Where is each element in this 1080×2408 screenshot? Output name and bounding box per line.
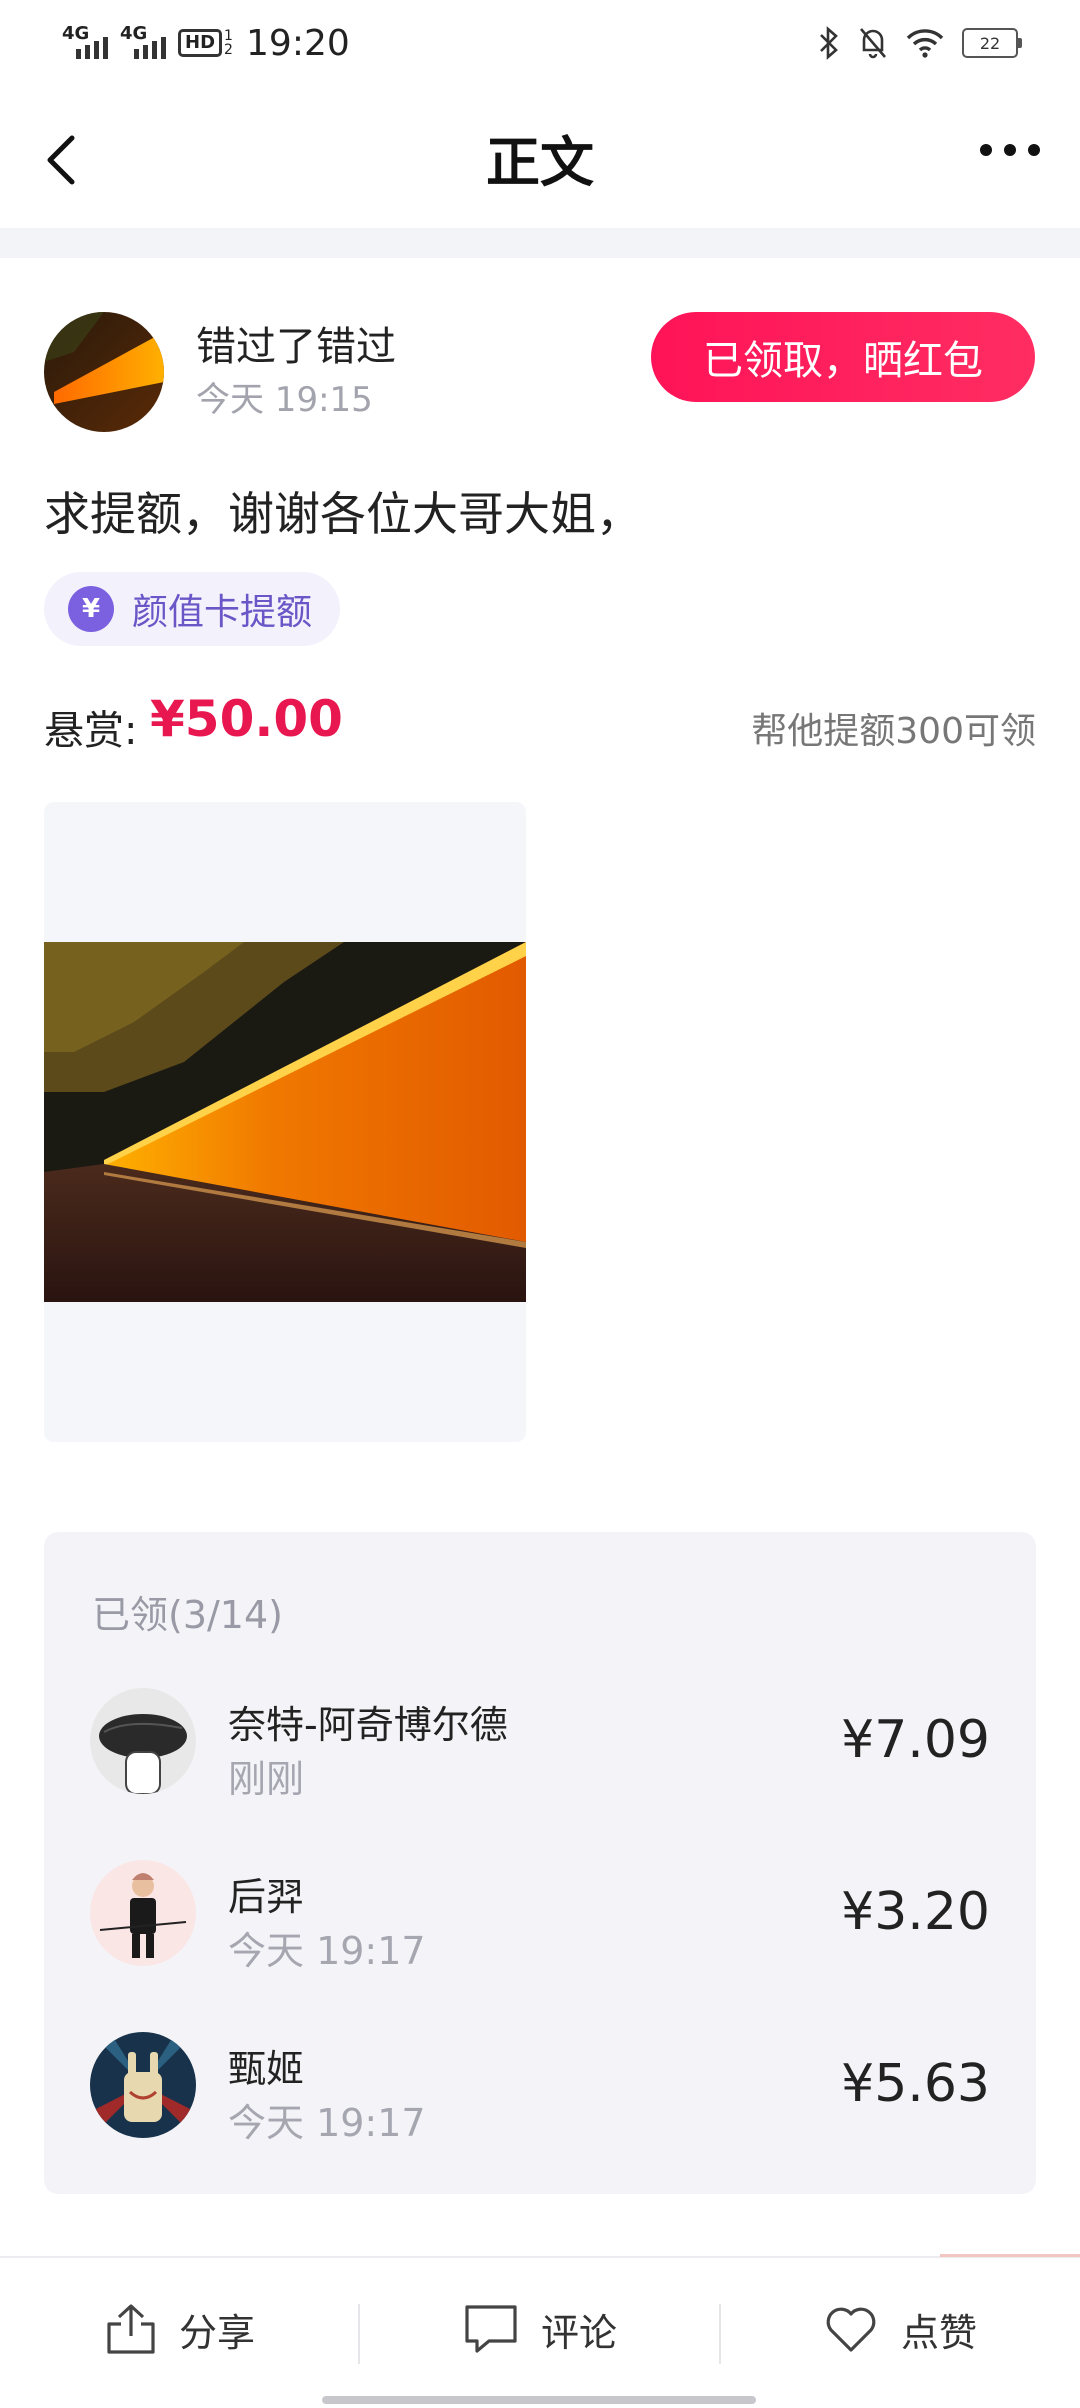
home-indicator[interactable] bbox=[322, 2396, 756, 2404]
status-time: 19:20 bbox=[246, 22, 350, 64]
status-bar: 4G 4G HD 1 2 19:20 22 bbox=[0, 0, 1080, 86]
hd-voice-icon: HD bbox=[178, 29, 223, 57]
reward-amount: ¥50.00 bbox=[150, 690, 343, 748]
share-label: 分享 bbox=[178, 2310, 255, 2355]
topic-tag-label: 颜值卡提额 bbox=[132, 592, 313, 633]
page-title: 正文 bbox=[486, 130, 594, 194]
yuan-coin-icon: ¥ bbox=[68, 586, 114, 632]
claimer-name: 奈特-阿奇博尔德 bbox=[228, 1703, 508, 1747]
status-left: 4G 4G HD 1 2 19:20 bbox=[62, 23, 350, 64]
like-label: 点赞 bbox=[900, 2310, 977, 2355]
avatar[interactable] bbox=[90, 1860, 196, 1966]
claim-time: 今天 19:17 bbox=[228, 2101, 426, 2145]
post-content: 求提额，谢谢各位大哥大姐， bbox=[44, 487, 642, 541]
list-item[interactable]: 奈特-阿奇博尔德 刚刚 ¥7.09 bbox=[44, 1688, 1036, 1860]
more-options-icon[interactable] bbox=[980, 144, 1040, 156]
hd-sub-label: 1 2 bbox=[224, 28, 233, 58]
bluetooth-icon bbox=[820, 26, 838, 60]
share-button[interactable]: 分享 bbox=[0, 2254, 360, 2404]
list-item[interactable]: 甄姬 今天 19:17 ¥5.63 bbox=[44, 2032, 1036, 2204]
claimed-list-title: 已领(3/14) bbox=[92, 1593, 283, 1637]
avatar[interactable] bbox=[90, 1688, 196, 1794]
section-divider bbox=[0, 228, 1080, 258]
signal-icon: 4G bbox=[62, 23, 108, 59]
topic-tag[interactable]: ¥ 颜值卡提额 bbox=[44, 572, 341, 646]
avatar[interactable] bbox=[90, 2032, 196, 2138]
heart-icon bbox=[826, 2307, 876, 2352]
comment-icon bbox=[465, 2305, 517, 2353]
back-arrow-icon[interactable] bbox=[40, 120, 100, 200]
claimed-list: 已领(3/14) 奈特-阿奇博尔德 刚刚 ¥7.09 后羿 今天 19:17 ¥… bbox=[44, 1532, 1036, 2194]
comment-label: 评论 bbox=[540, 2310, 617, 2355]
claimer-name: 甄姬 bbox=[228, 2047, 305, 2091]
claim-time: 刚刚 bbox=[228, 1757, 305, 1801]
wifi-icon bbox=[906, 29, 944, 58]
claimed-share-redpacket-button[interactable]: 已领取，晒红包 bbox=[651, 312, 1035, 402]
status-right: 22 bbox=[818, 26, 1022, 60]
claim-amount: ¥5.63 bbox=[841, 2054, 990, 2114]
claimer-name: 后羿 bbox=[228, 1875, 305, 1919]
top-nav-bar: 正文 bbox=[0, 86, 1080, 228]
bottom-action-bar: 分享 评论 点赞 bbox=[0, 2258, 1080, 2408]
post-image[interactable] bbox=[44, 802, 526, 1442]
claim-amount: ¥7.09 bbox=[841, 1710, 990, 1770]
battery-icon: 22 bbox=[962, 28, 1022, 58]
claim-time: 今天 19:17 bbox=[228, 1929, 426, 1973]
reward-label: 悬赏: bbox=[44, 708, 138, 754]
list-item[interactable]: 后羿 今天 19:17 ¥3.20 bbox=[44, 1860, 1036, 2032]
like-button[interactable]: 点赞 bbox=[720, 2254, 1080, 2404]
share-icon bbox=[107, 2304, 155, 2354]
author-name[interactable]: 错过了错过 bbox=[196, 314, 396, 372]
signal-icon: 4G bbox=[120, 23, 166, 59]
reward-hint: 帮他提额300可领 bbox=[751, 711, 1036, 752]
comment-button[interactable]: 评论 bbox=[360, 2254, 720, 2404]
network-label: 4G bbox=[120, 23, 148, 44]
mute-bell-icon bbox=[860, 28, 886, 59]
post-time: 今天 19:15 bbox=[196, 380, 373, 420]
author-avatar[interactable] bbox=[44, 312, 164, 432]
claim-amount: ¥3.20 bbox=[841, 1882, 990, 1942]
network-label: 4G bbox=[62, 23, 90, 44]
